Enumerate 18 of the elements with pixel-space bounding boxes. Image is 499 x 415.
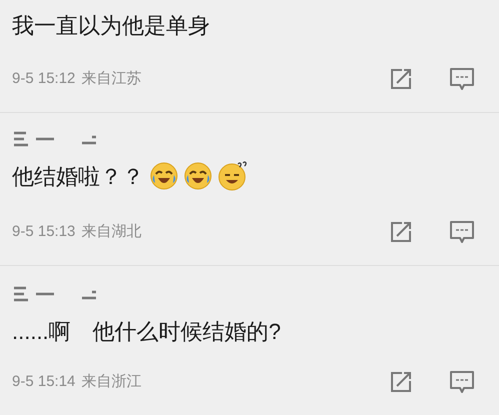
comment-text: ......啊 他什么时候结婚的?: [12, 318, 281, 346]
comment-icon[interactable]: [449, 219, 475, 245]
comment-text: 我一直以为他是单身: [12, 12, 210, 40]
comment-text: 他结婚啦？？: [12, 162, 144, 190]
comment-icon[interactable]: [449, 66, 475, 92]
laughing-crying-face-icon: [150, 162, 178, 190]
comment-time: 9-5 15:14: [12, 372, 76, 392]
share-icon[interactable]: [389, 67, 413, 91]
comment-icon[interactable]: [449, 369, 475, 395]
share-icon[interactable]: [389, 370, 413, 394]
comment-location: 来自湖北: [81, 222, 142, 242]
confused-face-icon: [218, 161, 248, 191]
comment-time: 9-5 15:13: [12, 222, 76, 242]
share-icon[interactable]: [389, 220, 413, 244]
comment-location: 来自浙江: [81, 372, 142, 392]
laughing-crying-face-icon: [184, 162, 212, 190]
comment-time: 9-5 15:12: [12, 68, 76, 89]
comment-location: 来自江苏: [81, 68, 142, 89]
